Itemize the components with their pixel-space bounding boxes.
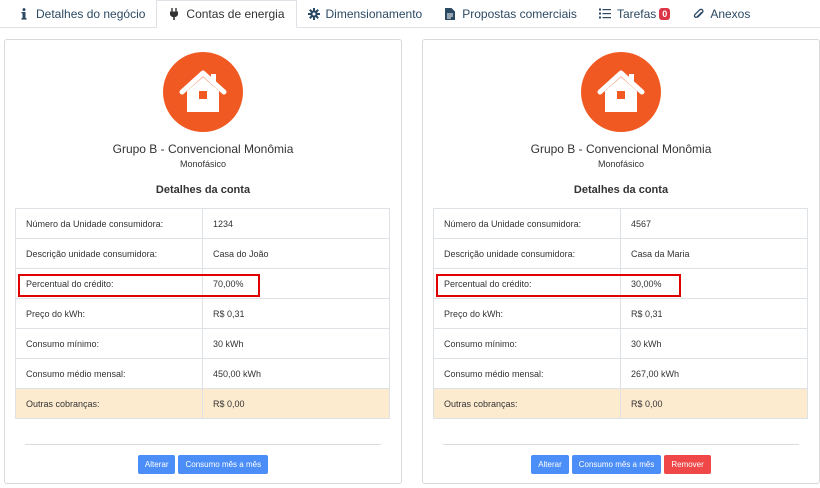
row-value: Casa da Maria (620, 238, 808, 269)
monthly-consumption-button[interactable]: Consumo mês a mês (571, 455, 662, 474)
row-value: 30 kWh (620, 328, 808, 359)
row-label: Número da Unidade consumidora: (433, 208, 621, 239)
credit-percentage-highlight (436, 274, 681, 297)
account-details-heading: Detalhes da conta (573, 184, 669, 196)
row-label: Descrição unidade consumidora: (15, 238, 203, 269)
house-avatar (581, 52, 661, 132)
card-actions: Alterar Consumo mês a mês Remover (423, 455, 819, 474)
tab-dimensionamento[interactable]: Dimensionamento (297, 0, 434, 27)
credit-percentage-highlight (18, 274, 260, 297)
tab-label: Propostas comerciais (462, 6, 577, 21)
table-row: Consumo médio mensal: 267,00 kWh (433, 358, 808, 389)
house-avatar (163, 52, 243, 132)
energy-account-card: Grupo B - Convencional Monômia Monofásic… (422, 39, 820, 484)
tab-label: Dimensionamento (325, 6, 423, 21)
tab-label: Detalhes do negócio (36, 6, 146, 21)
document-icon (444, 7, 456, 20)
tab-tarefas[interactable]: Tarefas 0 (588, 0, 681, 27)
divider (25, 444, 381, 445)
row-value: R$ 0,00 (620, 388, 808, 419)
row-label: Outras cobranças: (15, 388, 203, 419)
row-label: Consumo médio mensal: (433, 358, 621, 389)
tab-label: Contas de energia (186, 7, 285, 21)
phase-type: Monofásico (179, 159, 227, 169)
tab-detalhes-do-negocio[interactable]: Detalhes do negócio (0, 0, 156, 27)
card-actions: Alterar Consumo mês a mês (5, 455, 401, 474)
row-value: 4567 (620, 208, 808, 239)
consumer-group-title: Grupo B - Convencional Monômia (112, 142, 294, 156)
tasks-count-badge: 0 (659, 7, 671, 20)
remove-button[interactable]: Remover (664, 455, 711, 474)
row-label: Número da Unidade consumidora: (15, 208, 203, 239)
row-value: R$ 0,00 (202, 388, 390, 419)
table-row: Preço do kWh: R$ 0,31 (15, 298, 390, 329)
row-label: Consumo mínimo: (433, 328, 621, 359)
house-icon (597, 70, 645, 112)
row-label: Consumo mínimo: (15, 328, 203, 359)
gear-icon (307, 7, 320, 20)
tab-anexos[interactable]: Anexos (681, 0, 761, 27)
table-row: Descrição unidade consumidora: Casa da Ma… (433, 238, 808, 269)
row-value: 1234 (202, 208, 390, 239)
row-label: Descrição unidade consumidora: (433, 238, 621, 269)
info-icon (18, 7, 30, 20)
table-row: Consumo médio mensal: 450,00 kWh (15, 358, 390, 389)
plug-icon (168, 8, 180, 20)
table-row: Consumo mínimo: 30 kWh (433, 328, 808, 359)
row-value: Casa do João (202, 238, 390, 269)
table-row: Número da Unidade consumidora: 1234 (15, 208, 390, 239)
list-icon (598, 8, 611, 20)
account-details-table: Número da Unidade consumidora: 4567 Descr… (433, 208, 808, 419)
row-label: Preço do kWh: (15, 298, 203, 329)
energy-account-card: Grupo B - Convencional Monômia Monofásic… (4, 39, 402, 484)
row-value: 30 kWh (202, 328, 390, 359)
alter-button[interactable]: Alterar (531, 455, 569, 474)
phase-type: Monofásico (597, 159, 645, 169)
house-icon (179, 70, 227, 112)
row-value: 450,00 kWh (202, 358, 390, 389)
tab-propostas-comerciais[interactable]: Propostas comerciais (433, 0, 588, 27)
tab-bar: Detalhes do negócio Contas de energia Di… (0, 0, 820, 28)
row-value: R$ 0,31 (202, 298, 390, 329)
monthly-consumption-button[interactable]: Consumo mês a mês (178, 455, 269, 474)
tab-label: Tarefas (616, 6, 657, 21)
tab-label: Anexos (710, 6, 751, 21)
alter-button[interactable]: Alterar (137, 455, 176, 474)
table-row: Outras cobranças: R$ 0,00 (433, 388, 808, 419)
table-row: Número da Unidade consumidora: 4567 (433, 208, 808, 239)
table-row: Consumo mínimo: 30 kWh (15, 328, 390, 359)
table-row: Preço do kWh: R$ 0,31 (433, 298, 808, 329)
row-value: R$ 0,31 (620, 298, 808, 329)
account-details-table: Número da Unidade consumidora: 1234 Descr… (15, 208, 390, 419)
row-value: 267,00 kWh (620, 358, 808, 389)
row-label: Preço do kWh: (433, 298, 621, 329)
row-label: Outras cobranças: (433, 388, 621, 419)
tab-contas-de-energia[interactable]: Contas de energia (156, 0, 297, 28)
paperclip-icon (692, 8, 704, 20)
row-label: Consumo médio mensal: (15, 358, 203, 389)
table-row: Outras cobranças: R$ 0,00 (15, 388, 390, 419)
account-details-heading: Detalhes da conta (155, 184, 251, 196)
consumer-group-title: Grupo B - Convencional Monômia (530, 142, 712, 156)
table-row: Descrição unidade consumidora: Casa do Jo… (15, 238, 390, 269)
divider (443, 444, 799, 445)
